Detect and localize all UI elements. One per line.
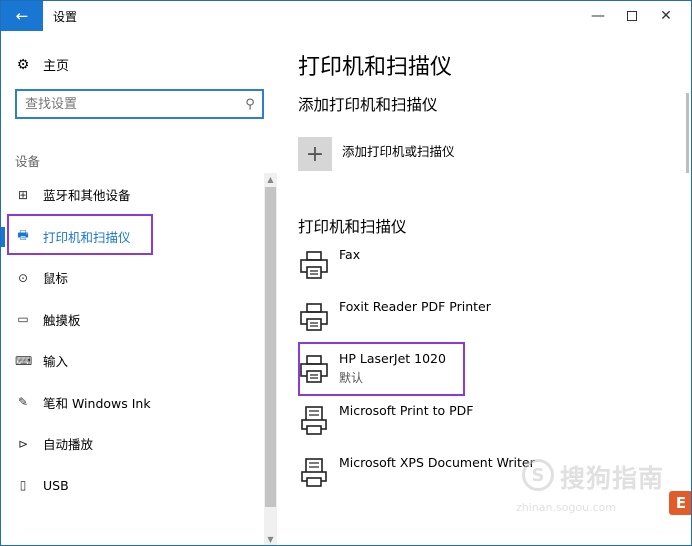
printer-name: Fax xyxy=(339,247,361,262)
watermark: S 搜狗指南 zhinan.sogou.com xyxy=(516,457,691,521)
printer-list-title: 打印机和扫描仪 xyxy=(298,218,407,236)
section-heading: 设备 xyxy=(15,154,41,169)
printer-name: Microsoft Print to PDF xyxy=(339,403,474,418)
sidebar-item-autoplay[interactable]: ⊳ 自动播放 xyxy=(1,423,263,465)
printer-name: Microsoft XPS Document Writer xyxy=(339,455,535,470)
back-button[interactable]: ← xyxy=(1,1,43,31)
mouse-icon: ⊙ xyxy=(17,270,29,285)
printer-text: HP LaserJet 1020 默认 xyxy=(339,351,446,386)
pen-icon: ✎ xyxy=(17,395,29,410)
printer-name: HP LaserJet 1020 xyxy=(339,351,446,366)
sogou-logo-icon: S xyxy=(522,459,554,491)
sidebar-item-label: 鼠标 xyxy=(43,271,69,287)
touchpad-icon: ▭ xyxy=(17,312,29,327)
printer-text: Fax xyxy=(339,247,360,262)
sidebar-item-label: 笔和 Windows Ink xyxy=(43,395,151,411)
printer-icon: 🖶 xyxy=(17,227,29,242)
autoplay-icon: ⊳ xyxy=(17,436,29,451)
printer-item-fax[interactable]: Fax xyxy=(298,243,658,295)
sidebar-item-label: 输入 xyxy=(43,354,69,370)
active-indicator xyxy=(1,226,5,247)
keyboard-icon: ⌨ xyxy=(15,353,33,368)
scroll-up-icon[interactable]: ▲ xyxy=(264,173,277,187)
maximize-button[interactable] xyxy=(615,1,649,31)
watermark-brand: 搜狗指南 xyxy=(560,464,665,493)
printer-icon xyxy=(300,355,328,383)
sidebar-item-label: 打印机和扫描仪 xyxy=(43,229,131,245)
printer-status: 默认 xyxy=(339,371,364,385)
sidebar-item-label: USB xyxy=(43,477,69,493)
sidebar: ⚙ 主页 ⚲ 设备 ⊞ 蓝牙和其他设备 🖶 打印机和扫描仪 ⊙ 鼠标 ▭ xyxy=(1,31,279,545)
close-icon: ✕ xyxy=(660,8,672,24)
window-title: 设置 xyxy=(53,10,78,24)
close-button[interactable]: ✕ xyxy=(649,1,683,31)
minimize-button[interactable]: — xyxy=(581,1,615,31)
back-arrow-icon: ← xyxy=(15,7,29,25)
search-box: ⚲ xyxy=(15,89,264,119)
home-link[interactable]: ⚙ 主页 xyxy=(15,55,70,75)
printer-text: Microsoft Print to PDF xyxy=(339,403,473,418)
watermark-url: zhinan.sogou.com xyxy=(516,501,617,514)
printer-name: Foxit Reader PDF Printer xyxy=(339,299,491,314)
badge-icon: E xyxy=(669,491,691,515)
sidebar-item-mouse[interactable]: ⊙ 鼠标 xyxy=(1,257,263,299)
sidebar-item-touchpad[interactable]: ▭ 触摸板 xyxy=(1,299,263,341)
plus-icon: + xyxy=(298,137,332,171)
printer-text: Foxit Reader PDF Printer xyxy=(339,299,491,314)
sidebar-nav: ⊞ 蓝牙和其他设备 🖶 打印机和扫描仪 ⊙ 鼠标 ▭ 触摸板 ⌨ 输入 ✎ 笔和… xyxy=(1,174,263,506)
sidebar-item-label: 触摸板 xyxy=(43,312,81,328)
document-printer-icon xyxy=(301,458,327,487)
add-printer-button[interactable]: + 添加打印机或扫描仪 xyxy=(298,137,455,171)
gear-icon: ⚙ xyxy=(16,56,30,73)
settings-window: ← 设置 — ✕ ⚙ 主页 ⚲ 设备 ⊞ 蓝牙和其他设备 xyxy=(0,0,692,546)
search-input[interactable] xyxy=(17,96,238,112)
printer-text: Microsoft XPS Document Writer xyxy=(339,455,535,470)
printer-icon xyxy=(300,251,328,279)
sidebar-item-pen[interactable]: ✎ 笔和 Windows Ink xyxy=(1,382,263,424)
sidebar-item-typing[interactable]: ⌨ 输入 xyxy=(1,340,263,382)
add-section-title: 添加打印机和扫描仪 xyxy=(298,96,438,114)
home-label: 主页 xyxy=(43,59,70,74)
printer-item-foxit[interactable]: Foxit Reader PDF Printer xyxy=(298,295,658,347)
minimize-icon: — xyxy=(591,8,605,24)
main-scrollbar[interactable] xyxy=(686,93,689,173)
sidebar-item-label: 蓝牙和其他设备 xyxy=(43,188,131,204)
printer-icon xyxy=(300,303,328,331)
sidebar-item-label: 自动播放 xyxy=(43,437,94,453)
printer-item-ms-pdf[interactable]: Microsoft Print to PDF xyxy=(298,399,658,451)
title-bar: ← 设置 — ✕ xyxy=(1,1,691,31)
sidebar-item-bluetooth[interactable]: ⊞ 蓝牙和其他设备 xyxy=(1,174,263,216)
scroll-down-icon[interactable]: ▼ xyxy=(264,533,277,545)
bluetooth-icon: ⊞ xyxy=(17,187,29,202)
maximize-icon xyxy=(627,11,637,21)
page-title: 打印机和扫描仪 xyxy=(298,55,453,80)
sidebar-item-usb[interactable]: ▯ USB xyxy=(1,465,263,507)
usb-icon: ▯ xyxy=(19,478,27,493)
search-icon[interactable]: ⚲ xyxy=(238,97,262,112)
sidebar-item-printers[interactable]: 🖶 打印机和扫描仪 xyxy=(1,216,263,258)
printer-item-hp[interactable]: HP LaserJet 1020 默认 xyxy=(298,347,658,399)
sidebar-scrollbar[interactable]: ▲ ▼ xyxy=(264,173,277,545)
add-printer-label: 添加打印机或扫描仪 xyxy=(342,144,455,159)
document-printer-icon xyxy=(301,406,327,435)
scrollbar-thumb[interactable] xyxy=(265,187,276,507)
